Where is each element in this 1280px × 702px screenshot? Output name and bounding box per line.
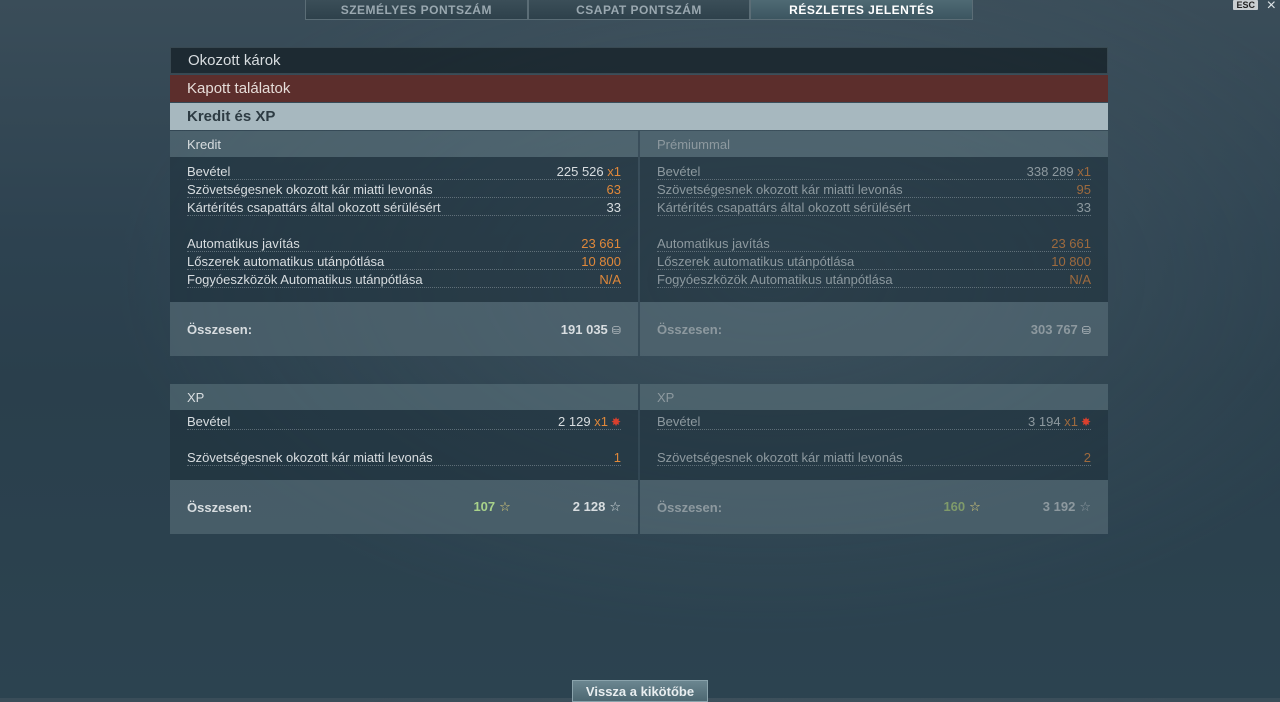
row-value: N/A <box>599 272 621 287</box>
row-value: 2 <box>1083 450 1091 465</box>
section-damage-dealt[interactable]: Okozott károk <box>170 47 1108 74</box>
row-label: Kártérítés csapattárs által okozott sérü… <box>657 200 911 215</box>
row-label: Lőszerek automatikus utánpótlása <box>657 254 855 269</box>
esc-key-hint[interactable]: ESC <box>1233 0 1258 10</box>
premium-xp-rows: Bevétel 3 194 x1 ✸ Szövetségesnek okozott… <box>640 410 1108 480</box>
credit-coin-icon: ⛁ <box>611 324 621 337</box>
row-value: 3 194 <box>1028 414 1061 429</box>
row-label: Bevétel <box>187 164 231 179</box>
credit-columns: Kredit Bevétel 225 526 x1 Szövetségesnek… <box>170 131 1108 356</box>
row-label: Fogyóeszközök Automatikus utánpótlása <box>657 272 893 287</box>
row-value: 23 661 <box>1051 236 1091 251</box>
xp-header: XP <box>170 384 638 410</box>
total-label: Összesen: <box>657 321 723 337</box>
back-to-port-button[interactable]: Vissza a kikötőbe <box>572 680 708 702</box>
row-label: Bevétel <box>657 414 701 429</box>
row-value: 33 <box>1076 200 1091 215</box>
credit-header: Kredit <box>170 131 638 157</box>
free-xp-star-icon: ☆ <box>499 499 511 514</box>
row-label: Szövetségesnek okozott kár miatti levoná… <box>187 182 433 197</box>
row-label: Lőszerek automatikus utánpótlása <box>187 254 385 269</box>
tab-detailed-report[interactable]: RÉSZLETES JELENTÉS <box>750 0 974 20</box>
xp-total-value: 3 192 ☆ <box>1042 499 1091 514</box>
free-xp-total: 107 ☆ <box>473 499 511 514</box>
multiplier: x1 <box>607 164 621 179</box>
row-value: 338 289 <box>1026 164 1074 179</box>
multiplier: x1 <box>594 414 608 429</box>
row-label: Automatikus javítás <box>657 236 770 251</box>
premium-xp-row-income: Bevétel 3 194 x1 ✸ <box>657 412 1091 430</box>
xp-total: Összesen: 107 ☆ 2 128 ☆ <box>170 480 638 534</box>
total-value: 191 035 <box>560 321 608 337</box>
row-value: 10 800 <box>581 254 621 269</box>
premium-row-ammo: Lőszerek automatikus utánpótlása 10 800 <box>657 252 1091 270</box>
row-value: 33 <box>606 200 621 215</box>
row-label: Bevétel <box>657 164 701 179</box>
credit-rows: Bevétel 225 526 x1 Szövetségesnek okozot… <box>170 157 638 302</box>
row-label: Szövetségesnek okozott kár miatti levoná… <box>657 450 903 465</box>
xp-multiplier-badge-icon: ✸ <box>1080 415 1091 429</box>
credit-row-ally-damage: Szövetségesnek okozott kár miatti levoná… <box>187 180 621 198</box>
credit-total: Összesen: 191 035 ⛁ <box>170 302 638 356</box>
report-tabs: SZEMÉLYES PONTSZÁM CSAPAT PONTSZÁM RÉSZL… <box>305 0 974 20</box>
total-value: 303 767 <box>1030 321 1078 337</box>
total-label: Összesen: <box>657 499 723 515</box>
section-credit-xp[interactable]: Kredit és XP <box>170 103 1108 130</box>
row-value: 10 800 <box>1051 254 1091 269</box>
xp-row-ally-damage: Szövetségesnek okozott kár miatti levoná… <box>187 448 621 466</box>
credit-row-repair: Automatikus javítás 23 661 <box>187 234 621 252</box>
row-value: N/A <box>1069 272 1091 287</box>
close-icon[interactable]: × <box>1267 0 1276 15</box>
total-label: Összesen: <box>187 321 253 337</box>
row-value: 63 <box>606 182 621 197</box>
xp-star-icon: ☆ <box>609 499 621 514</box>
premium-row-repair: Automatikus javítás 23 661 <box>657 234 1091 252</box>
credit-coin-icon: ⛁ <box>1081 324 1091 337</box>
premium-total: Összesen: 303 767 ⛁ <box>640 302 1108 356</box>
multiplier: x1 <box>1077 164 1091 179</box>
xp-row-income: Bevétel 2 129 x1 ✸ <box>187 412 621 430</box>
premium-row-compensation: Kártérítés csapattárs által okozott sérü… <box>657 198 1091 216</box>
credit-row-income: Bevétel 225 526 x1 <box>187 162 621 180</box>
xp-standard-column: XP Bevétel 2 129 x1 ✸ Szövetségesnek okoz… <box>170 384 638 534</box>
row-label: Bevétel <box>187 414 231 429</box>
xp-star-icon: ☆ <box>1079 499 1091 514</box>
credit-row-ammo: Lőszerek automatikus utánpótlása 10 800 <box>187 252 621 270</box>
xp-total-value: 2 128 ☆ <box>572 499 621 514</box>
premium-row-consumables: Fogyóeszközök Automatikus utánpótlása N/… <box>657 270 1091 288</box>
xp-rows: Bevétel 2 129 x1 ✸ Szövetségesnek okozott… <box>170 410 638 480</box>
row-label: Automatikus javítás <box>187 236 300 251</box>
row-label: Szövetségesnek okozott kár miatti levoná… <box>187 450 433 465</box>
tab-team-score[interactable]: CSAPAT PONTSZÁM <box>527 0 751 20</box>
xp-premium-column: XP Bevétel 3 194 x1 ✸ Szövetségesnek okoz… <box>640 384 1108 534</box>
row-label: Szövetségesnek okozott kár miatti levoná… <box>657 182 903 197</box>
premium-header: Prémiummal <box>640 131 1108 157</box>
row-value: 2 129 <box>558 414 591 429</box>
row-label: Fogyóeszközök Automatikus utánpótlása <box>187 272 423 287</box>
row-value: 95 <box>1076 182 1091 197</box>
row-value: 23 661 <box>581 236 621 251</box>
credit-row-consumables: Fogyóeszközök Automatikus utánpótlása N/… <box>187 270 621 288</box>
premium-rows: Bevétel 338 289 x1 Szövetségesnek okozot… <box>640 157 1108 302</box>
free-xp-star-icon: ☆ <box>969 499 981 514</box>
total-label: Összesen: <box>187 499 253 515</box>
premium-xp-total: Összesen: 160 ☆ 3 192 ☆ <box>640 480 1108 534</box>
row-value: 1 <box>613 450 621 465</box>
tab-personal-score[interactable]: SZEMÉLYES PONTSZÁM <box>305 0 528 20</box>
multiplier: x1 <box>1064 414 1078 429</box>
free-xp-total: 160 ☆ <box>943 499 981 514</box>
section-hits-received[interactable]: Kapott találatok <box>170 75 1108 102</box>
report-panel: Okozott károk Kapott találatok Kredit és… <box>170 47 1108 534</box>
premium-xp-header: XP <box>640 384 1108 410</box>
xp-multiplier-badge-icon: ✸ <box>610 415 621 429</box>
credit-row-compensation: Kártérítés csapattárs által okozott sérü… <box>187 198 621 216</box>
premium-row-ally-damage: Szövetségesnek okozott kár miatti levoná… <box>657 180 1091 198</box>
credit-premium-column: Prémiummal Bevétel 338 289 x1 Szövetsége… <box>640 131 1108 356</box>
premium-row-income: Bevétel 338 289 x1 <box>657 162 1091 180</box>
row-value: 225 526 <box>556 164 604 179</box>
xp-columns: XP Bevétel 2 129 x1 ✸ Szövetségesnek okoz… <box>170 384 1108 534</box>
row-label: Kártérítés csapattárs által okozott sérü… <box>187 200 441 215</box>
premium-xp-row-ally-damage: Szövetségesnek okozott kár miatti levoná… <box>657 448 1091 466</box>
credit-standard-column: Kredit Bevétel 225 526 x1 Szövetségesnek… <box>170 131 638 356</box>
